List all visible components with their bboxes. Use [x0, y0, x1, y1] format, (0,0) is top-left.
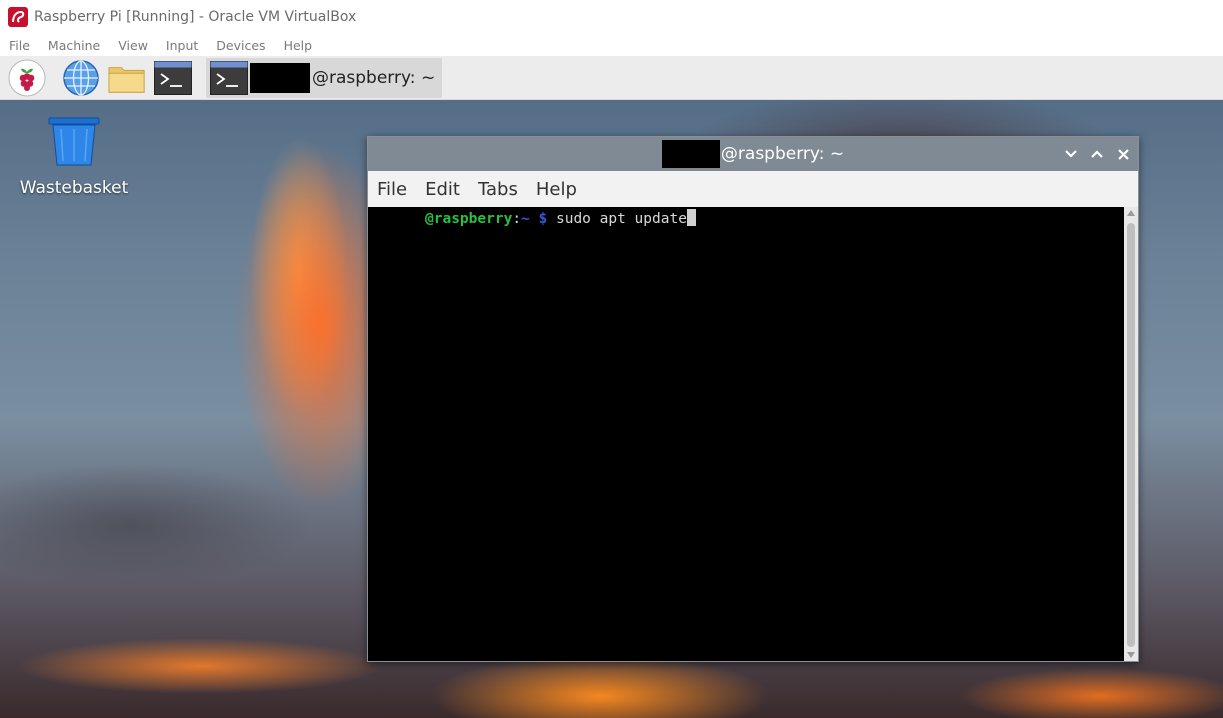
redacted-username	[250, 63, 310, 93]
guest-taskbar: @raspberry: ~	[0, 56, 1223, 100]
scroll-down-icon[interactable]	[1127, 652, 1135, 658]
terminal-menu-edit[interactable]: Edit	[425, 179, 460, 200]
host-menu-help[interactable]: Help	[284, 38, 313, 53]
raspberry-menu-icon[interactable]	[8, 59, 46, 97]
taskbar-task-label: @raspberry: ~	[312, 68, 436, 88]
terminal-menu-tabs[interactable]: Tabs	[478, 179, 518, 200]
wastebasket-icon	[48, 117, 100, 166]
command-text: sudo apt update	[547, 211, 687, 227]
terminal-menu-bar: File Edit Tabs Help	[368, 171, 1138, 207]
host-menu-view[interactable]: View	[118, 38, 148, 53]
virtualbox-icon	[8, 7, 28, 27]
prompt-path: ~ $	[521, 211, 548, 227]
terminal-icon	[210, 61, 248, 95]
terminal-window-title: @raspberry: ~	[720, 144, 845, 164]
close-icon	[1117, 148, 1129, 160]
terminal-scrollbar[interactable]	[1124, 207, 1138, 661]
close-button[interactable]	[1114, 143, 1132, 165]
terminal-menu-help[interactable]: Help	[536, 179, 577, 200]
scrollbar-thumb[interactable]	[1127, 223, 1135, 647]
redacted-username	[661, 140, 720, 168]
host-menu-devices[interactable]: Devices	[216, 38, 265, 53]
terminal-output[interactable]: @raspberry:~ $ sudo apt update	[368, 207, 1124, 661]
scroll-up-icon[interactable]	[1127, 210, 1135, 216]
host-menu-bar: File Machine View Input Devices Help	[0, 34, 1223, 56]
text-cursor	[686, 209, 696, 226]
terminal-window[interactable]: @raspberry: ~ File Edit Tabs Help @raspb…	[367, 136, 1139, 662]
chevron-up-icon	[1091, 150, 1103, 158]
host-menu-input[interactable]: Input	[166, 38, 198, 53]
terminal-icon[interactable]	[154, 59, 192, 97]
taskbar-task-terminal[interactable]: @raspberry: ~	[206, 58, 442, 98]
prompt-user-host: @raspberry	[425, 211, 513, 227]
terminal-menu-file[interactable]: File	[377, 179, 407, 200]
terminal-title-bar[interactable]: @raspberry: ~	[368, 137, 1138, 171]
host-window-title: Raspberry Pi [Running] - Oracle VM Virtu…	[34, 9, 357, 25]
host-menu-file[interactable]: File	[9, 38, 30, 53]
prompt-colon: :	[512, 211, 522, 227]
maximize-button[interactable]	[1088, 143, 1106, 165]
chevron-down-icon	[1065, 150, 1077, 158]
wastebasket-label: Wastebasket	[19, 178, 129, 198]
host-title-bar: Raspberry Pi [Running] - Oracle VM Virtu…	[0, 0, 1223, 34]
desktop-icon-wastebasket[interactable]: Wastebasket	[18, 117, 130, 198]
web-browser-icon[interactable]	[62, 59, 100, 97]
file-manager-icon[interactable]	[108, 59, 146, 97]
host-menu-machine[interactable]: Machine	[48, 38, 100, 53]
minimize-button[interactable]	[1062, 143, 1080, 165]
